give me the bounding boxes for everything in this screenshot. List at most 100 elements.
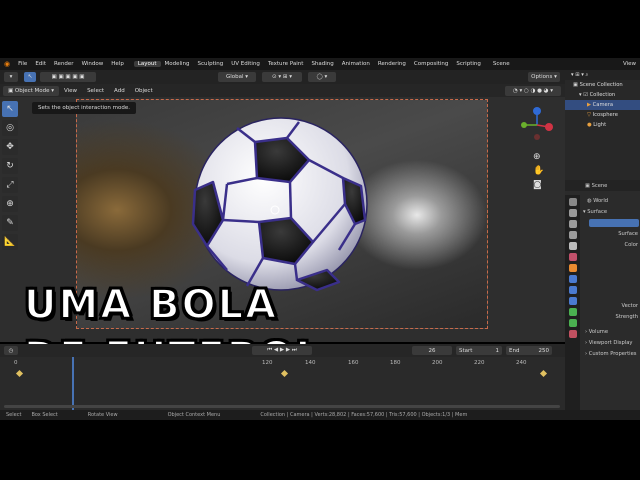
camera-icon: ▶ <box>587 102 591 108</box>
menu-object[interactable]: Object <box>130 88 158 94</box>
end-label: End <box>509 347 520 354</box>
tab-modeling[interactable]: Modeling <box>161 61 194 67</box>
outliner-item-label: Icosphere <box>592 112 618 118</box>
color-label: Color <box>624 241 638 248</box>
navigation-gizmo[interactable]: ⊕ ✋ ◙ <box>512 103 562 193</box>
scene-name: Scene <box>591 182 608 189</box>
menu-file[interactable]: File <box>14 61 31 67</box>
zoom-icon: ⊕ <box>533 152 541 162</box>
tab-scripting[interactable]: Scripting <box>452 61 484 67</box>
editor-type-button[interactable]: ▾ <box>4 72 18 82</box>
blender-logo-icon[interactable]: ◉ <box>0 60 14 68</box>
overlay-title-line1: UMA BOLA <box>23 281 279 329</box>
tab-layout[interactable]: Layout <box>133 61 161 67</box>
properties-header[interactable]: ▣ Scene <box>565 180 640 191</box>
tab-texture-paint[interactable]: Texture Paint <box>264 61 308 67</box>
annotate-tool-icon[interactable]: ✎ <box>2 215 18 231</box>
transform-orientation-select[interactable]: Global ▾ <box>218 72 256 82</box>
outliner-item-camera[interactable]: ▶ Camera <box>565 100 640 110</box>
tool-tab-icon[interactable] <box>568 198 577 206</box>
menu-add[interactable]: Add <box>109 88 130 94</box>
tab-animation[interactable]: Animation <box>338 61 374 67</box>
material-tab-icon[interactable] <box>568 330 577 338</box>
timeline-editor-type[interactable]: ◷ <box>4 346 18 355</box>
current-frame-field[interactable]: 26 <box>412 346 452 355</box>
keyframe-marker[interactable] <box>15 369 24 378</box>
options-dropdown[interactable]: Options ▾ <box>528 72 560 82</box>
scene-collection-label: Scene Collection <box>579 82 623 88</box>
status-stats: Collection | Camera | Verts:28,802 | Fac… <box>260 412 468 418</box>
tab-sculpting[interactable]: Sculpting <box>194 61 228 67</box>
scene-selector[interactable]: Scene <box>489 61 514 67</box>
camera-view-icon: ◙ <box>533 180 542 190</box>
scale-tool-icon[interactable]: ⤢ <box>2 177 18 193</box>
outliner-item-icosphere[interactable]: ▽ Icosphere <box>565 110 640 120</box>
timeline-scrollbar[interactable] <box>4 405 560 408</box>
status-rotate-view: Rotate View <box>87 412 118 418</box>
axis-y-icon <box>521 122 527 128</box>
menu-select[interactable]: Select <box>82 88 109 94</box>
timeline-tick: 140 <box>305 360 316 366</box>
outliner-root[interactable]: ▣ Scene Collection <box>565 80 640 90</box>
properties-tabs <box>565 195 580 410</box>
surface-section-label: Surface <box>587 208 608 215</box>
menu-view[interactable]: View <box>59 88 82 94</box>
data-tab-icon[interactable] <box>568 319 577 327</box>
timeline-tick: 0 <box>14 360 18 366</box>
menu-edit[interactable]: Edit <box>31 61 50 67</box>
shading-mode-buttons[interactable]: ◔ ▾ ○ ◑ ● ◕ ▾ <box>505 85 561 96</box>
start-frame-field[interactable]: Start 1 <box>456 346 502 355</box>
outliner-item-label: Collection <box>589 92 616 98</box>
strength-label: Strength <box>615 313 638 320</box>
object-tab-icon[interactable] <box>568 264 577 272</box>
timeline-header: ◷ ⏮ ◀ ▶ ▶ ⏭ 26 Start 1 End 250 <box>0 344 565 357</box>
cursor-tool-icon[interactable]: ◎ <box>2 120 18 136</box>
menu-help[interactable]: Help <box>107 61 128 67</box>
tab-shading[interactable]: Shading <box>307 61 337 67</box>
timeline-area[interactable]: 0 120 140 160 180 200 220 240 <box>0 357 565 410</box>
end-frame-field[interactable]: End 250 <box>506 346 552 355</box>
rotate-tool-icon[interactable]: ↻ <box>2 158 18 174</box>
tab-uv-editing[interactable]: UV Editing <box>227 61 264 67</box>
modifier-tab-icon[interactable] <box>568 275 577 283</box>
particles-tab-icon[interactable] <box>568 286 577 294</box>
scene-tab-icon[interactable] <box>568 242 577 250</box>
move-tool-icon[interactable]: ✥ <box>2 139 18 155</box>
select-mode-buttons[interactable]: ▣ ▣ ▣ ▣ ▣ <box>40 72 96 82</box>
tab-compositing[interactable]: Compositing <box>410 61 452 67</box>
outliner-header[interactable]: ▾ ⊞ ▾ ⌕ <box>565 70 640 80</box>
keyframe-marker[interactable] <box>280 369 289 378</box>
timeline-tick: 180 <box>390 360 401 366</box>
outliner-item-light[interactable]: ● Light <box>565 120 640 130</box>
tab-rendering[interactable]: Rendering <box>374 61 410 67</box>
snap-controls[interactable]: ⊙ ▾ ⊞ ▾ <box>262 72 302 82</box>
timeline-tick: 220 <box>474 360 485 366</box>
keyframe-marker[interactable] <box>539 369 548 378</box>
vector-label: Vector <box>621 302 638 309</box>
letterbox-bottom <box>0 420 640 480</box>
playhead[interactable] <box>72 357 74 410</box>
world-tab-icon[interactable] <box>568 253 577 261</box>
constraints-tab-icon[interactable] <box>568 308 577 316</box>
menu-render[interactable]: Render <box>50 61 78 67</box>
measure-tool-icon[interactable]: 📐 <box>2 234 18 250</box>
start-value: 1 <box>495 347 500 354</box>
playback-controls[interactable]: ⏮ ◀ ▶ ▶ ⏭ <box>252 346 312 355</box>
view-layer-label[interactable]: View <box>619 61 640 67</box>
outliner-panel: ▾ ⊞ ▾ ⌕ ▣ Scene Collection ▾ ☑ Collectio… <box>565 70 640 180</box>
output-tab-icon[interactable] <box>568 220 577 228</box>
select-tool-icon[interactable]: ↖ <box>24 72 36 82</box>
object-mode-dropdown[interactable]: ▣ Object Mode ▾ <box>3 85 59 96</box>
transform-tool-icon[interactable]: ⊕ <box>2 196 18 212</box>
select-cursor-icon[interactable]: ↖ <box>2 101 18 117</box>
view-layer-tab-icon[interactable] <box>568 231 577 239</box>
options-label: Options <box>531 74 553 80</box>
status-select: Select <box>6 412 22 418</box>
menu-window[interactable]: Window <box>78 61 108 67</box>
outliner-item-collection[interactable]: ▾ ☑ Collection <box>565 90 640 100</box>
toolbox: ↖ ◎ ✥ ↻ ⤢ ⊕ ✎ 📐 <box>2 101 22 253</box>
proportional-editing[interactable]: ◯ ▾ <box>308 72 336 82</box>
physics-tab-icon[interactable] <box>568 297 577 305</box>
panel-label: Custom Properties <box>588 350 637 357</box>
render-tab-icon[interactable] <box>568 209 577 217</box>
